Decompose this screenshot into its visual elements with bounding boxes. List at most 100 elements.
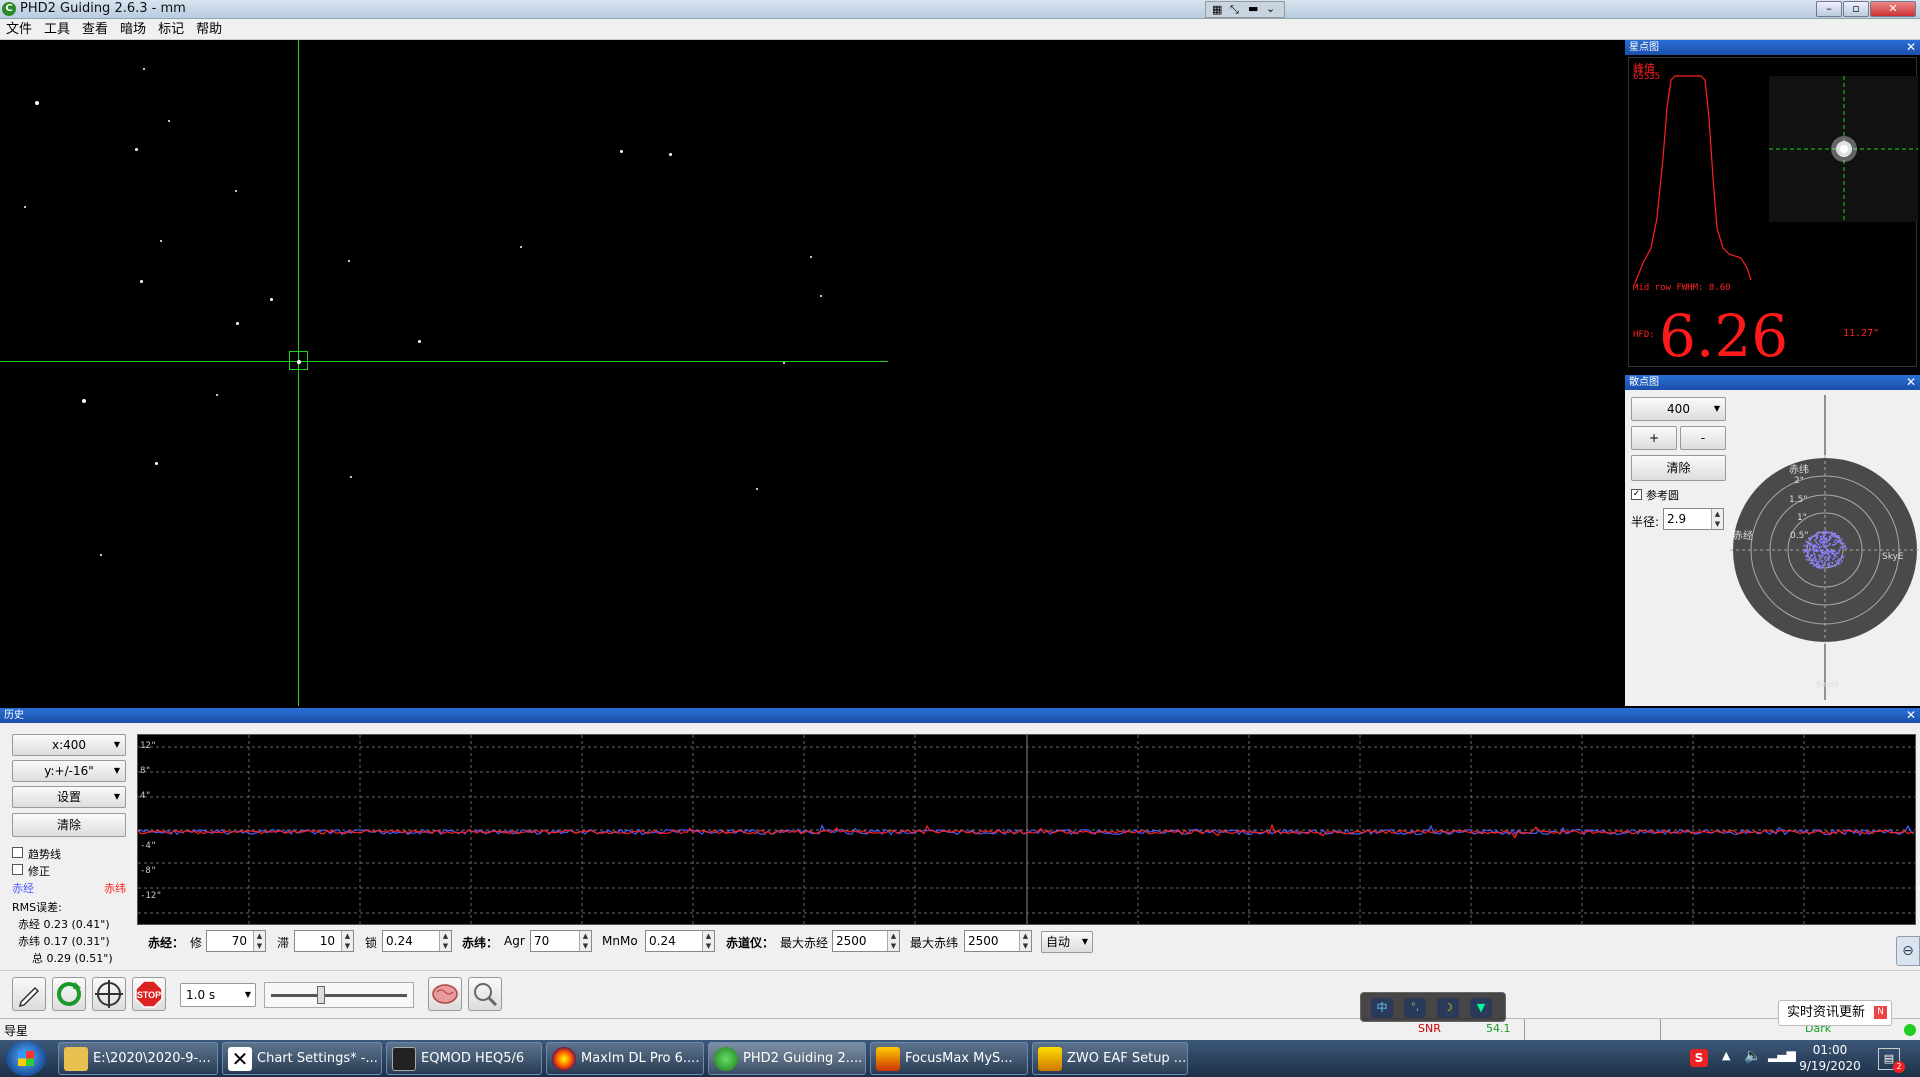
clear-button[interactable]: 清除 (1631, 455, 1726, 481)
task-explorer[interactable]: E:\2020\2020-9-... (58, 1042, 218, 1075)
scatter-point (1819, 556, 1821, 559)
menu-file[interactable]: 文件 (0, 19, 38, 38)
task-eqmod[interactable]: EQMOD HEQ5/6 (386, 1042, 542, 1075)
zoom-in-button[interactable]: + (1631, 426, 1677, 450)
radius-input[interactable]: 2.9 ▲ ▼ (1663, 508, 1724, 530)
ime-cn-icon[interactable]: 中 (1371, 998, 1393, 1018)
pane-header: 星点图 ✕ (1625, 40, 1920, 55)
scatter-point (1842, 547, 1844, 549)
scatter-point (1830, 548, 1833, 551)
phd2-icon (714, 1047, 738, 1071)
trend-label: 趋势线 (28, 848, 61, 861)
spin-arrows-icon[interactable]: ▲ ▼ (253, 931, 265, 951)
ra-hyst-input[interactable]: 70 ▲ ▼ (206, 930, 266, 952)
taskbar: E:\2020\2020-9-... ✕ Chart Settings* -...… (0, 1040, 1920, 1077)
ref-circle-checkbox[interactable]: ✓ (1631, 489, 1642, 500)
grid-icon[interactable]: ▦ (1212, 3, 1222, 16)
pencil-icon[interactable] (12, 977, 46, 1011)
scatter-point (1816, 546, 1818, 548)
ra-min-input[interactable]: 0.24 ▲ ▼ (382, 930, 452, 952)
dec-agr-input[interactable]: 70 ▲ ▼ (530, 930, 592, 952)
floating-mini-toolbar[interactable]: ▦ ⤡ ▬ ⌄ (1205, 1, 1285, 18)
spin-arrows-icon[interactable]: ▲ ▼ (439, 931, 451, 951)
spin-arrows-icon[interactable]: ▲ ▼ (887, 931, 899, 951)
dec-minmo-input[interactable]: 0.24 ▲ ▼ (645, 930, 715, 952)
ra-agg-input[interactable]: 10 ▲ ▼ (294, 930, 354, 952)
stop-button[interactable]: STOP (132, 977, 166, 1011)
close-icon[interactable]: ✕ (1906, 375, 1916, 390)
zoom-out-button[interactable]: - (1680, 426, 1726, 450)
scale-select[interactable]: 400 ▼ (1631, 397, 1726, 421)
star (168, 120, 170, 122)
brain-icon[interactable] (428, 977, 462, 1011)
mode-select[interactable]: 自动 ▼ (1041, 931, 1093, 953)
ime-moon-icon[interactable]: ☽ (1437, 998, 1459, 1018)
scatter-point (1822, 564, 1825, 567)
ime-skin-icon[interactable]: ▼ (1470, 998, 1492, 1018)
menu-view[interactable]: 查看 (76, 19, 114, 38)
close-button[interactable]: ✕ (1870, 1, 1916, 17)
spin-arrows-icon[interactable]: ▲ ▼ (341, 931, 353, 951)
trend-checkbox[interactable] (12, 847, 23, 858)
focusmax-icon (876, 1047, 900, 1071)
task-phd2[interactable]: PHD2 Guiding 2.... (708, 1042, 866, 1075)
max-dec-input[interactable]: 2500 ▲ ▼ (964, 930, 1032, 952)
scatter-point (1834, 560, 1837, 563)
correction-checkbox[interactable] (12, 864, 23, 875)
task-focusmax[interactable]: FocusMax MyS... (870, 1042, 1028, 1075)
scatter-point (1826, 545, 1829, 548)
guide-icon[interactable] (468, 977, 502, 1011)
menu-help[interactable]: 帮助 (190, 19, 228, 38)
spin-arrows-icon[interactable]: ▲ ▼ (579, 931, 591, 951)
history-clear-button[interactable]: 清除 (12, 813, 126, 837)
max-ra-input[interactable]: 2500 ▲ ▼ (832, 930, 900, 952)
target-icon[interactable] (92, 977, 126, 1011)
news-popup[interactable]: 实时资讯更新 N (1778, 1000, 1892, 1026)
ime-punct-icon[interactable]: °, (1404, 998, 1426, 1018)
clock-date[interactable]: 9/19/2020 (1790, 1059, 1870, 1073)
scatter-point (1834, 539, 1837, 542)
minimize-bar-icon[interactable]: ▬ (1248, 2, 1258, 15)
scatter-point (1838, 560, 1840, 563)
task-zwo-eaf[interactable]: ZWO EAF Setup ... (1032, 1042, 1188, 1075)
minimize-button[interactable]: – (1816, 1, 1842, 17)
task-maxim[interactable]: MaxIm DL Pro 6.... (546, 1042, 704, 1075)
scatter-point (1829, 532, 1832, 535)
resize-icon[interactable]: ⤡ (1230, 3, 1239, 17)
maximize-button[interactable]: ▫ (1843, 1, 1869, 17)
menu-tools[interactable]: 工具 (38, 19, 76, 38)
spin-arrows-icon[interactable]: ▲ ▼ (1019, 931, 1031, 951)
gamma-slider[interactable] (264, 982, 414, 1008)
settings-select[interactable]: 设置 ▼ (12, 786, 126, 808)
dec-minmo-value: 0.24 (649, 934, 676, 948)
camera-view[interactable] (0, 40, 1622, 706)
scatter-point (1809, 539, 1812, 541)
exposure-select[interactable]: 1.0 s ▼ (180, 983, 256, 1007)
task-chart-settings[interactable]: ✕ Chart Settings* -... (222, 1042, 382, 1075)
close-icon[interactable]: ✕ (1906, 708, 1916, 723)
sogou-icon[interactable]: S (1690, 1049, 1708, 1067)
spin-arrows-icon[interactable]: ▲ ▼ (702, 931, 714, 951)
x-app-icon: ✕ (228, 1047, 252, 1071)
scatter-point (1822, 551, 1825, 554)
loop-icon[interactable] (52, 977, 86, 1011)
ra-min-value: 0.24 (386, 934, 413, 948)
side-dock-icon[interactable]: ⊖ (1896, 936, 1920, 966)
exposure-value: 1.0 s (186, 988, 216, 1002)
volume-icon[interactable]: 🔈 (1744, 1048, 1761, 1064)
peak-value: 65535 (1633, 72, 1661, 82)
rings-label: 1.5" (1789, 495, 1807, 505)
y-scale-select[interactable]: y:+/-16" ▼ (12, 760, 126, 782)
tray-expand-icon[interactable]: ▲ (1722, 1049, 1730, 1062)
task-label: E:\2020\2020-9-... (93, 1051, 211, 1066)
menu-darks[interactable]: 暗场 (114, 19, 152, 38)
chevron-down-icon[interactable]: ⌄ (1266, 2, 1275, 15)
scatter-point (1819, 550, 1822, 552)
close-icon[interactable]: ✕ (1906, 40, 1916, 55)
menu-bookmarks[interactable]: 标记 (152, 19, 190, 38)
x-scale-select[interactable]: x:400 ▼ (12, 734, 126, 756)
clock-time[interactable]: 01:00 (1790, 1043, 1870, 1057)
spin-arrows-icon[interactable]: ▲ ▼ (1711, 509, 1723, 529)
crosshair-horizontal (0, 361, 888, 362)
start-button[interactable] (6, 1041, 46, 1076)
